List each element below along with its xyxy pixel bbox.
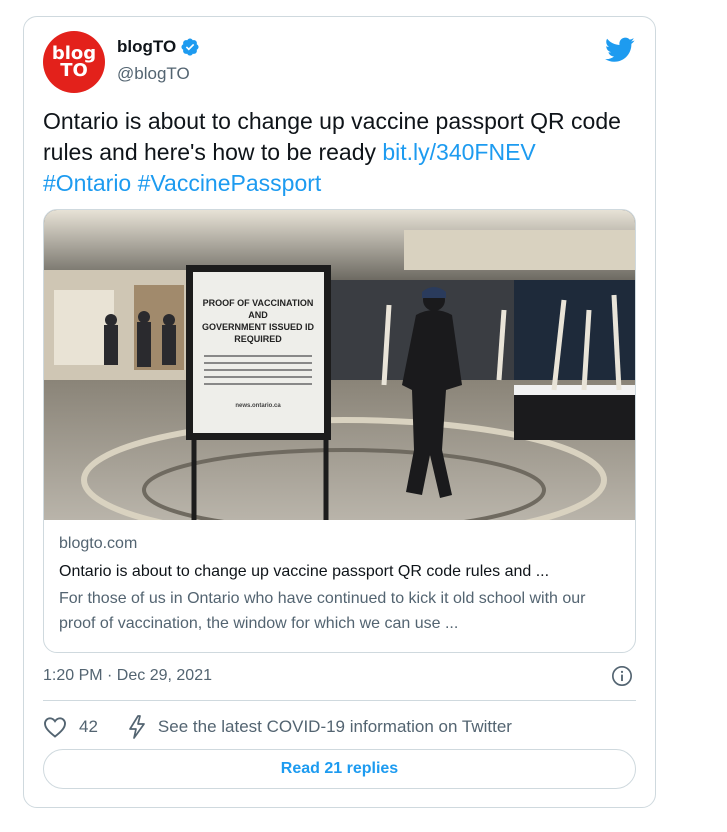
sign-line-2: AND [248,310,268,320]
author-name[interactable]: blogTO [117,37,176,57]
avatar[interactable]: blog TO [43,31,105,93]
like-count: 42 [79,717,98,736]
covid-info-text: See the latest COVID-19 information on T… [157,717,512,736]
sign-line-4: REQUIRED [234,334,282,344]
hashtag-vaccinepassport[interactable]: #VaccinePassport [138,170,322,196]
heart-icon [44,717,66,738]
sign-line-1: PROOF OF VACCINATION [203,298,314,308]
tweet-link[interactable]: bit.ly/340FNEV [382,139,535,165]
link-domain: blogto.com [59,535,138,552]
like-button[interactable]: 42 [43,716,98,738]
author-name-row[interactable]: blogTO [117,37,200,57]
link-preview-card[interactable]: PROOF OF VACCINATION AND GOVERNMENT ISSU… [43,209,636,653]
twitter-bird-icon[interactable] [605,37,635,63]
tweet-card: blog TO blogTO @blogTO Ontario is about … [23,16,656,808]
link-description: For those of us in Ontario who have cont… [59,590,586,632]
divider [43,700,636,701]
action-bar: 42 See the latest COVID-19 information o… [43,714,512,740]
author-handle[interactable]: @blogTO [117,64,190,84]
lightning-bolt-icon [129,715,145,739]
link-card-meta: blogto.com Ontario is about to change up… [59,532,624,636]
verified-badge-icon [181,38,199,56]
tweet-text: Ontario is about to change up vaccine pa… [43,106,633,199]
hashtag-ontario[interactable]: #Ontario [43,170,131,196]
link-title: Ontario is about to change up vaccine pa… [59,563,550,580]
tweet-timestamp[interactable]: 1:20 PM · Dec 29, 2021 [43,667,212,685]
avatar-text-line2: TO [60,60,88,81]
sign-footer: news.ontario.ca [235,403,281,409]
article-photo: PROOF OF VACCINATION AND GOVERNMENT ISSU… [44,210,635,520]
read-replies-button[interactable]: Read 21 replies [43,749,636,789]
covid-info-link[interactable]: See the latest COVID-19 information on T… [128,715,512,739]
info-icon[interactable] [611,665,633,687]
sign-line-3: GOVERNMENT ISSUED ID [202,322,315,332]
